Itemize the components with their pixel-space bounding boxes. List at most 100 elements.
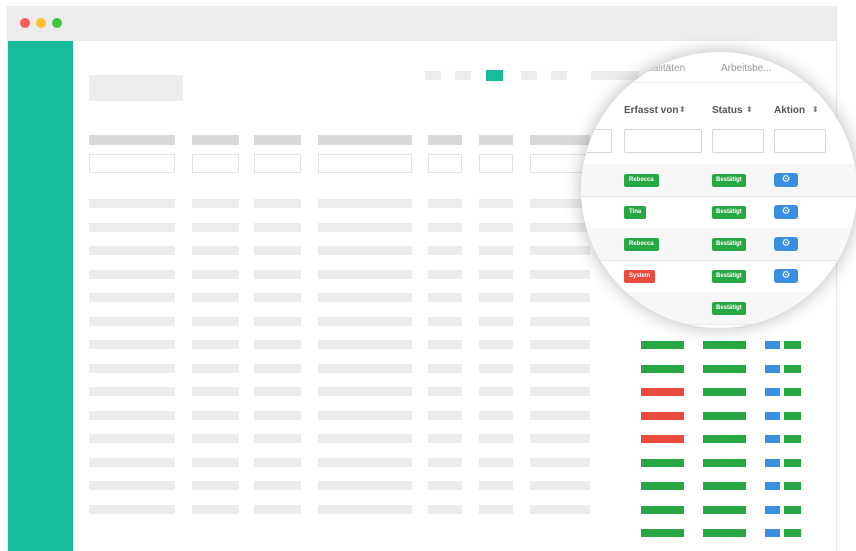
column-header-placeholder (89, 135, 175, 145)
status-bar (703, 364, 746, 373)
column-header-erfasst-von[interactable]: Erfasst von (624, 105, 678, 116)
status-bar (703, 411, 746, 420)
filter-input-placeholder[interactable] (479, 154, 513, 173)
gear-icon[interactable]: ⚙ (774, 173, 798, 187)
status-badge: Bestätigt (712, 238, 746, 251)
action-confirm-bar[interactable] (784, 505, 801, 514)
action-edit-bar[interactable] (765, 482, 780, 490)
erfasst-bar (641, 482, 684, 490)
row-divider (581, 260, 856, 261)
minimize-window-icon[interactable] (36, 18, 46, 28)
table-cell-placeholder (318, 222, 412, 232)
filter-input-placeholder[interactable] (254, 154, 301, 173)
sort-icon[interactable]: ⬍ (679, 105, 686, 114)
table-cell-placeholder (89, 363, 175, 373)
table-cell-placeholder (530, 481, 590, 490)
pagination-item[interactable] (521, 71, 537, 80)
pagination-item[interactable] (455, 71, 471, 80)
action-edit-bar[interactable] (765, 364, 780, 373)
table-cell-placeholder (428, 199, 462, 208)
table-cell-placeholder (254, 434, 301, 443)
action-confirm-bar[interactable] (784, 529, 801, 537)
filter-input-placeholder[interactable] (192, 154, 239, 173)
action-confirm-bar[interactable] (784, 364, 801, 373)
maximize-window-icon[interactable] (52, 18, 62, 28)
pagination-item-active[interactable] (486, 70, 503, 81)
gear-icon[interactable]: ⚙ (774, 237, 798, 251)
table-cell-placeholder (428, 434, 462, 443)
table-cell-placeholder (318, 363, 412, 373)
gear-icon[interactable]: ⚙ (774, 269, 798, 283)
erfasst-von-badge: Rebecca (624, 174, 659, 187)
row-divider (581, 196, 856, 197)
table-cell-placeholder (254, 340, 301, 349)
table-cell-placeholder (318, 199, 412, 208)
tab-placeholder[interactable] (591, 71, 639, 80)
row-divider (581, 324, 856, 325)
erfasst-bar (641, 458, 684, 467)
table-cell-placeholder (318, 246, 412, 255)
action-confirm-bar[interactable] (784, 411, 801, 420)
filter-input-placeholder[interactable] (89, 154, 175, 173)
table-cell-placeholder (192, 222, 239, 232)
table-cell-placeholder (89, 269, 175, 279)
table-cell-placeholder (89, 340, 175, 349)
table-cell-placeholder (192, 410, 239, 420)
gear-icon[interactable]: ⚙ (774, 205, 798, 219)
action-confirm-bar[interactable] (784, 388, 801, 396)
action-edit-bar[interactable] (765, 529, 780, 537)
action-confirm-bar[interactable] (784, 341, 801, 349)
table-cell-placeholder (254, 222, 301, 232)
erfasst-bar (641, 388, 684, 396)
table-cell-placeholder (530, 363, 590, 373)
table-cell-placeholder (530, 457, 590, 467)
erfasst-bar (641, 435, 684, 443)
filter-status-input[interactable] (712, 129, 764, 153)
table-cell-placeholder (479, 246, 513, 255)
tab-arbeitsbereich[interactable]: Arbeitsbe... (721, 63, 772, 74)
table-cell-placeholder (254, 199, 301, 208)
action-edit-bar[interactable] (765, 505, 780, 514)
tab-qualitaeten[interactable]: ...ualitäten (639, 63, 685, 74)
action-edit-bar[interactable] (765, 411, 780, 420)
action-edit-bar[interactable] (765, 341, 780, 349)
table-cell-placeholder (318, 434, 412, 443)
sidebar (8, 41, 73, 551)
table-cell-placeholder (318, 269, 412, 279)
column-header-status[interactable]: Status (712, 105, 743, 116)
table-cell-placeholder (192, 340, 239, 349)
table-cell-placeholder (318, 457, 412, 467)
sort-icon[interactable]: ⬍ (746, 105, 753, 114)
filter-input[interactable] (585, 129, 612, 153)
table-cell-placeholder (254, 293, 301, 302)
filter-aktion-input[interactable] (774, 129, 826, 153)
action-edit-bar[interactable] (765, 388, 780, 396)
table-cell-placeholder (89, 504, 175, 514)
table-cell-placeholder (479, 481, 513, 490)
table-cell-placeholder (192, 316, 239, 326)
action-confirm-bar[interactable] (784, 435, 801, 443)
action-edit-bar[interactable] (765, 435, 780, 443)
table-cell-placeholder (428, 457, 462, 467)
column-header-placeholder (530, 135, 590, 145)
pagination-item[interactable] (551, 71, 567, 80)
action-confirm-bar[interactable] (784, 482, 801, 490)
table-cell-placeholder (530, 269, 590, 279)
filter-input-placeholder[interactable] (428, 154, 462, 173)
table-cell-placeholder (318, 410, 412, 420)
filter-input-placeholder[interactable] (318, 154, 412, 173)
table-cell-placeholder (318, 387, 412, 396)
column-header-aktion[interactable]: Aktion (774, 105, 805, 116)
close-window-icon[interactable] (20, 18, 30, 28)
table-cell-placeholder (318, 316, 412, 326)
table-cell-placeholder (89, 481, 175, 490)
pagination-item[interactable] (425, 71, 441, 80)
erfasst-von-badge: Rebecca (624, 238, 659, 251)
table-cell-placeholder (428, 316, 462, 326)
filter-erfasst-von-input[interactable] (624, 129, 702, 153)
sort-icon[interactable]: ⬍ (812, 105, 819, 114)
action-edit-bar[interactable] (765, 458, 780, 467)
table-cell-placeholder (479, 316, 513, 326)
action-confirm-bar[interactable] (784, 458, 801, 467)
table-cell-placeholder (428, 387, 462, 396)
